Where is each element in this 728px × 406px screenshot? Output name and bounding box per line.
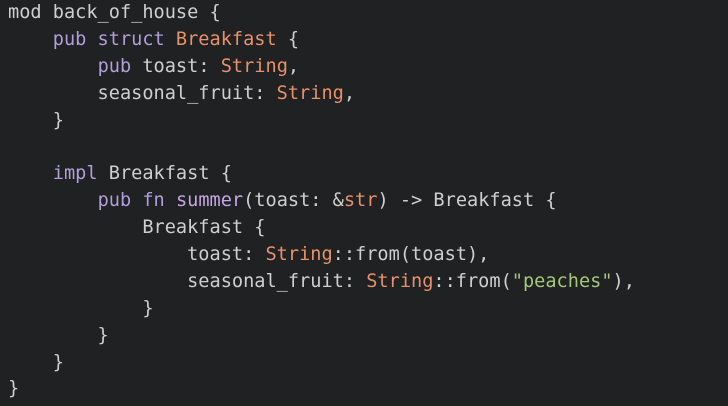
code-token: (toast: &: [243, 190, 344, 212]
code-token: pub: [97, 55, 143, 77]
code-token: seasonal_fruit:: [8, 82, 277, 104]
code-token: ,: [343, 82, 356, 104]
code-token: ::from(toast),: [332, 244, 490, 266]
code-token: ),: [612, 270, 635, 292]
code-line: pub struct Breakfast {: [0, 27, 728, 54]
code-token: }: [8, 109, 64, 131]
code-token: {: [276, 28, 300, 50]
code-token: String: [220, 55, 288, 77]
code-token: toast:: [8, 244, 266, 266]
code-line: mod back_of_house {: [0, 0, 728, 27]
code-token: ,: [287, 55, 300, 77]
code-line: }: [0, 296, 728, 323]
code-token: ) -> Breakfast {: [377, 190, 557, 212]
code-line: impl Breakfast {: [0, 161, 728, 188]
code-token: seasonal_fruit:: [8, 270, 367, 292]
code-token: String: [265, 244, 333, 266]
code-line: Breakfast {: [0, 215, 728, 242]
code-token: }: [8, 378, 20, 400]
code-line: }: [0, 108, 728, 135]
code-token: }: [8, 297, 154, 319]
code-token: String: [366, 270, 434, 292]
code-token: }: [8, 351, 64, 373]
code-token: Breakfast {: [108, 163, 232, 185]
code-token: str: [343, 190, 378, 212]
code-token: Breakfast: [175, 28, 277, 50]
code-token: impl: [52, 163, 109, 185]
code-editor[interactable]: mod back_of_house { pub struct Breakfast…: [0, 0, 728, 406]
code-token: Breakfast {: [8, 217, 266, 239]
code-line: }: [0, 323, 728, 350]
code-line: pub fn summer(toast: &str) -> Breakfast …: [0, 188, 728, 215]
code-token: toast:: [142, 55, 221, 77]
code-token: pub struct: [52, 28, 176, 50]
code-token: pub fn: [97, 190, 176, 212]
code-token: String: [276, 82, 344, 104]
code-line: }: [0, 376, 728, 403]
code-token: ::from(: [433, 270, 512, 292]
code-token: "peaches": [511, 270, 613, 292]
code-line: pub toast: String,: [0, 54, 728, 81]
code-line: seasonal_fruit: String::from("peaches"),: [0, 269, 728, 296]
code-token: summer: [175, 190, 244, 212]
code-line: seasonal_fruit: String,: [0, 81, 728, 108]
code-token: mod: [8, 2, 53, 23]
code-line: toast: String::from(toast),: [0, 242, 728, 269]
code-line: }: [0, 350, 728, 377]
code-token: back_of_house {: [52, 2, 221, 23]
code-token: }: [8, 324, 109, 346]
